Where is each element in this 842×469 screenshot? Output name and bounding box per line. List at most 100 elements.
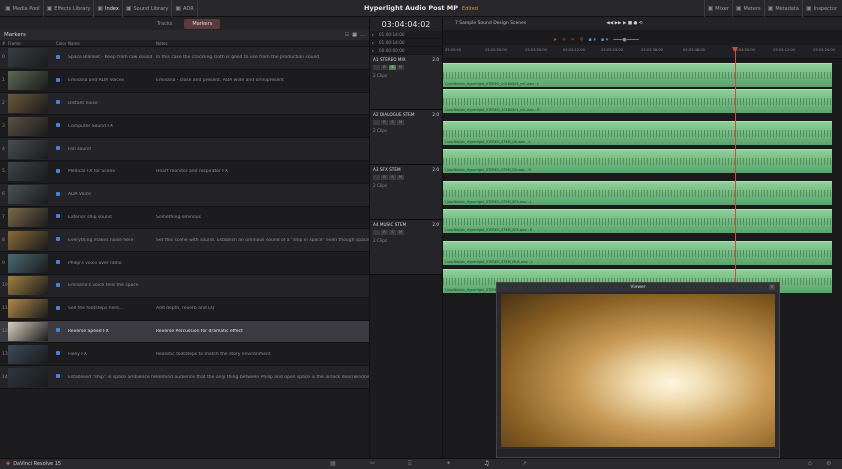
- range-tool-icon[interactable]: ⟡: [562, 37, 565, 43]
- toolbar-effects-button[interactable]: ▣ Effects Library: [44, 0, 95, 17]
- marker-row[interactable]: 6 ADA Voice: [0, 183, 369, 207]
- link-icon[interactable]: ⚲: [580, 37, 584, 43]
- timeline-name[interactable]: 7 Sample Sound Design Scenes: [455, 21, 526, 26]
- toolbar-index-button[interactable]: ▣ Index: [94, 0, 123, 17]
- toolbar-meters-button[interactable]: ▣ Meters: [731, 0, 764, 17]
- timecode-row[interactable]: ▸ 01:00:14:00: [370, 31, 442, 39]
- toolbar-inspector-button[interactable]: ▣ Inspector: [802, 0, 840, 17]
- marker-row[interactable]: 14 Establised "ship" in space ambience he…: [0, 366, 369, 389]
- mute-button[interactable]: M: [397, 175, 404, 180]
- mute-button[interactable]: M: [397, 120, 404, 125]
- marker-number: 4: [2, 146, 5, 152]
- solo-button[interactable]: S: [389, 65, 396, 70]
- cut-page-icon[interactable]: ✂: [370, 460, 375, 467]
- marker-number: 12: [2, 328, 8, 334]
- timecode-display[interactable]: 03:04:04:02: [370, 17, 442, 31]
- solo-button[interactable]: S: [389, 175, 396, 180]
- track-header[interactable]: A1 STEREO MIX 2.0 R S M 2 Clips: [370, 55, 442, 110]
- meters-label: Meters: [743, 5, 761, 12]
- pointer-tool-icon[interactable]: ➤: [553, 37, 557, 43]
- thumbnail-view-icon[interactable]: ▦: [352, 32, 357, 38]
- marker-row[interactable]: 3 Computer Sound FX: [0, 115, 369, 139]
- list-view-icon[interactable]: ☷: [345, 32, 349, 38]
- tab-markers[interactable]: Markers: [184, 18, 221, 29]
- marker-row[interactable]: 5 Medical FX for Scene Heart monitor and r…: [0, 161, 369, 184]
- marker-color-cell: [56, 305, 68, 312]
- toolbar-media-pool-button[interactable]: ▣ Media Pool: [2, 0, 44, 17]
- marker-row[interactable]: 1 Emiliana and ADA Voices Emiliana - close…: [0, 70, 369, 93]
- audio-clip[interactable]: ColorNation_Hyperlight_STEREO_STEM_DX.wa…: [443, 121, 832, 145]
- deliver-page-icon[interactable]: ➚: [522, 460, 527, 467]
- marker-row[interactable]: 12 Reverse Speed FX Reverse Percussion for…: [0, 320, 369, 344]
- zoom-slider[interactable]: ━━━●━━━━: [613, 37, 638, 43]
- marker-row[interactable]: 13 Foley FX Realistic footsteps to match t…: [0, 343, 369, 367]
- volume-field[interactable]: [373, 230, 380, 235]
- audio-clip[interactable]: ColorNation_Hyperlight_STEREO_STEM_DX.wa…: [443, 149, 832, 173]
- marker-row[interactable]: 11 Sell the footsteps here... Add depth, r…: [0, 298, 369, 321]
- col-color[interactable]: Color: [56, 41, 68, 46]
- marker-color-cell: [56, 168, 68, 175]
- fairlight-page-icon[interactable]: ♫: [484, 460, 489, 467]
- timeline-ruler[interactable]: 03:00:00 03:02:00:00 03:03:00:00 03:03:12:0…: [443, 45, 842, 59]
- volume-field[interactable]: [373, 65, 380, 70]
- marker-name: Foley FX: [68, 351, 87, 357]
- toolbar-metadata-button[interactable]: ▣ Metadata: [763, 0, 802, 17]
- settings-icon[interactable]: ⚙: [826, 460, 831, 467]
- media-page-icon[interactable]: ▦: [330, 460, 336, 467]
- audio-clip[interactable]: ColorNation_Hyperlight_STEREO_20180501_m…: [443, 89, 832, 113]
- col-name[interactable]: Name: [68, 41, 156, 46]
- col-frame[interactable]: Frame: [8, 41, 56, 46]
- toolbar-sound-library-button[interactable]: ▣ Sound Library: [123, 0, 173, 17]
- timecode-row[interactable]: ▸ 01:00:14:00: [370, 39, 442, 47]
- tab-tracks[interactable]: Tracks: [149, 19, 181, 29]
- home-icon[interactable]: ⌂: [808, 460, 812, 467]
- sound-library-label: Sound Library: [133, 5, 169, 12]
- markers-column-header: # Frame Color Name Notes: [0, 40, 369, 47]
- volume-field[interactable]: [373, 175, 380, 180]
- volume-field[interactable]: [373, 120, 380, 125]
- marker-row[interactable]: 4 Fan sound: [0, 138, 369, 161]
- track-header[interactable]: A3 SFX STEM 2.0 R S M 2 Clips: [370, 165, 442, 220]
- timecode-row[interactable]: ▸ 00:00:00:00: [370, 47, 442, 55]
- blade-tool-icon[interactable]: ✂: [571, 37, 575, 43]
- record-arm-button[interactable]: R: [381, 230, 388, 235]
- marker-row[interactable]: 0 Space Blanket - Keep from raw sound In t…: [0, 47, 369, 70]
- ruler-tick-label: 03:03:48:00: [683, 48, 705, 52]
- audio-clip[interactable]: ColorNation_Hyperlight_STEREO_20180501_m…: [443, 63, 832, 87]
- fusion-page-icon[interactable]: ✦: [446, 460, 451, 467]
- timecode-rows: ▸ 01:00:14:00 ▸ 01:00:14:00 ▸ 00:00:00:00: [370, 31, 442, 55]
- track-header[interactable]: A4 MUSIC STEM 2.0 R S M 2 Clips: [370, 220, 442, 275]
- marker-name: Space Blanket - Keep from raw sound: [68, 55, 153, 61]
- marker-icon[interactable]: ▪ ▾: [601, 37, 609, 43]
- record-arm-button[interactable]: R: [381, 175, 388, 180]
- marker-row[interactable]: 2 Distant noise: [0, 92, 369, 116]
- ruler-tick-label: 03:00:00: [445, 48, 462, 52]
- clip-name: ColorNation_Hyperlight_STEREO_20180501_m…: [445, 108, 540, 112]
- audio-clip[interactable]: ColorNation_Hyperlight_STEREO_STEM_MUS.w…: [443, 241, 832, 265]
- flag-icon[interactable]: ▪ ▾: [588, 37, 596, 43]
- mute-button[interactable]: M: [397, 230, 404, 235]
- mute-button[interactable]: M: [397, 65, 404, 70]
- col-num[interactable]: #: [0, 41, 8, 46]
- record-arm-button[interactable]: R: [381, 120, 388, 125]
- marker-row[interactable]: 10 Emiliana's voice tells the space: [0, 274, 369, 298]
- solo-button[interactable]: S: [389, 120, 396, 125]
- record-arm-button[interactable]: R: [381, 65, 388, 70]
- edit-page-icon[interactable]: ⌸: [408, 460, 412, 468]
- more-options-icon[interactable]: …: [360, 32, 365, 38]
- marker-row[interactable]: 9 Philip's voice over radio: [0, 252, 369, 275]
- audio-clip[interactable]: ColorNation_Hyperlight_STEREO_STEM_SFX.w…: [443, 181, 832, 205]
- marker-row[interactable]: 8 Everything makes noise here Set this sce…: [0, 229, 369, 253]
- sound-library-icon: ▣: [125, 5, 132, 12]
- solo-button[interactable]: S: [389, 230, 396, 235]
- meters-icon: ▣: [735, 5, 742, 12]
- track-header[interactable]: A2 DIALOGUE STEM 2.0 R S M 2 Clips: [370, 110, 442, 165]
- index-tabs: Tracks Markers: [0, 17, 369, 30]
- audio-clip[interactable]: ColorNation_Hyperlight_STEREO_STEM_SFX.w…: [443, 209, 832, 233]
- close-icon[interactable]: ✕: [769, 284, 775, 290]
- col-notes[interactable]: Notes: [156, 41, 369, 46]
- toolbar-mixer-button[interactable]: ▣ Mixer: [703, 0, 732, 17]
- transport-controls[interactable]: ◀◀ ▶▶ ▶ ■ ● ⟲: [606, 21, 642, 26]
- marker-row[interactable]: 7 Exterior ship sound Something ominous: [0, 207, 369, 230]
- toolbar-adr-button[interactable]: ▣ ADR: [172, 0, 198, 17]
